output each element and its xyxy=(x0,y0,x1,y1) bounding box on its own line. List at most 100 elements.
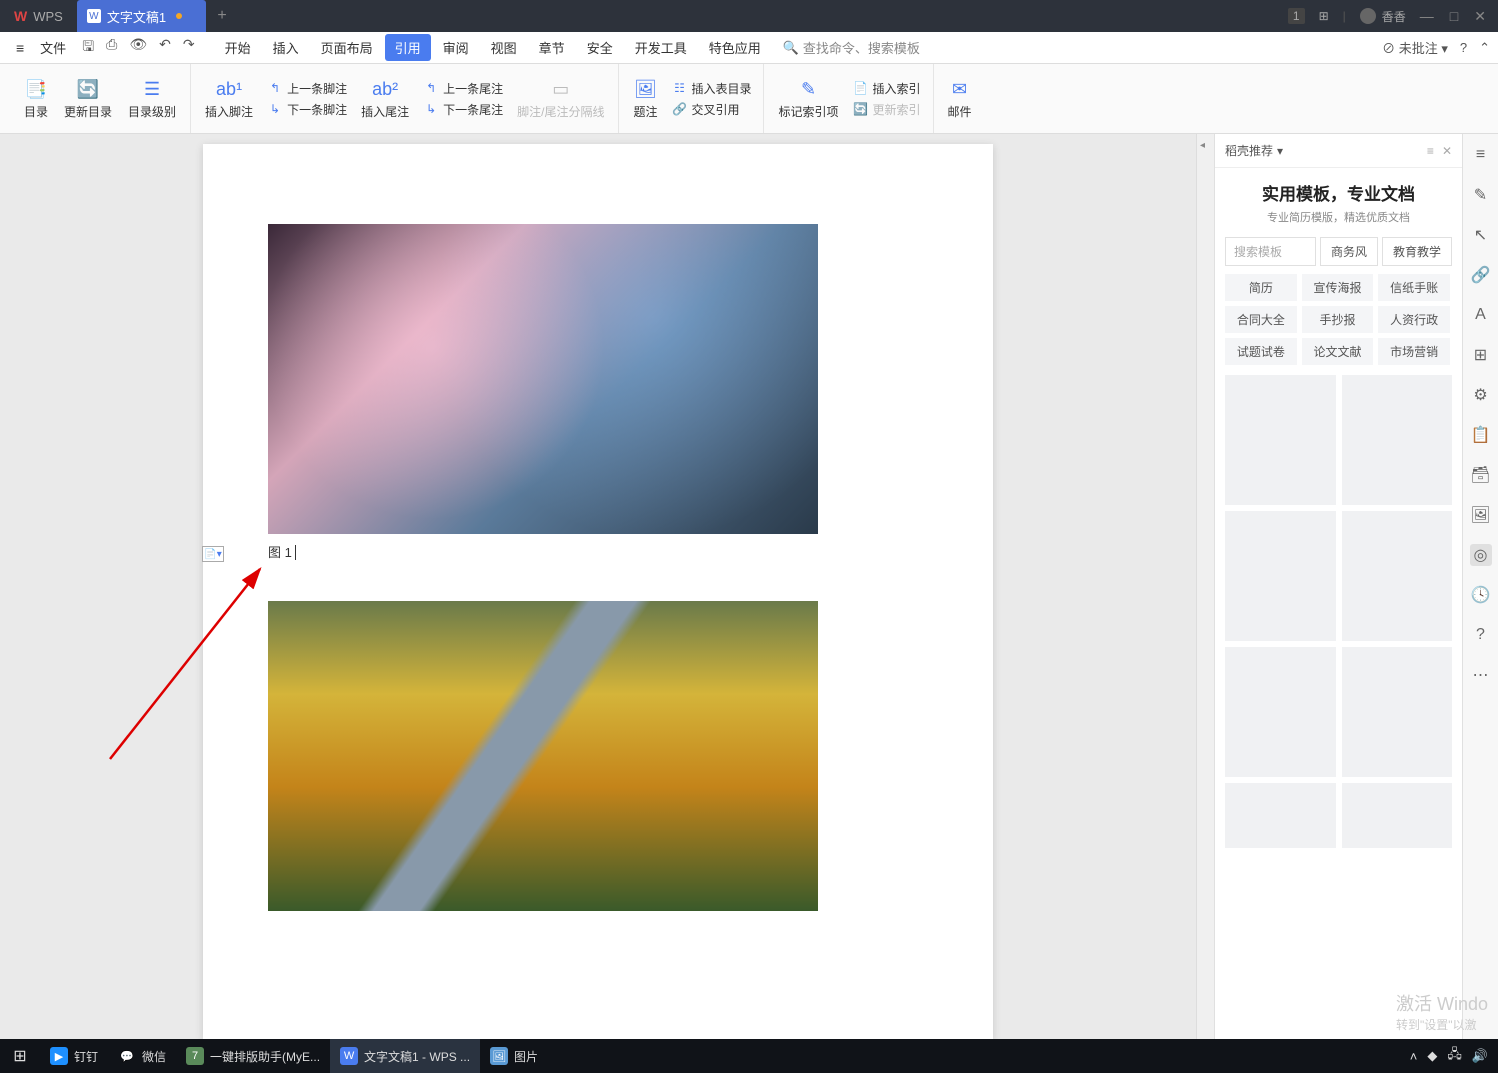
prev-footnote-button[interactable]: ↰上一条脚注 xyxy=(263,79,351,98)
template-card[interactable] xyxy=(1225,783,1336,848)
iconbar-table-icon[interactable]: ⊞ xyxy=(1470,344,1492,366)
tab-page-layout[interactable]: 页面布局 xyxy=(311,34,383,61)
tab-home[interactable]: 开始 xyxy=(215,34,261,61)
help-button[interactable]: ? xyxy=(1460,40,1467,55)
taskbar-item-wps[interactable]: W 文字文稿1 - WPS ... xyxy=(330,1039,480,1073)
template-card[interactable] xyxy=(1225,647,1336,777)
insert-footnote-button[interactable]: ab¹插入脚注 xyxy=(199,73,259,124)
iconbar-settings-icon[interactable]: ⚙ xyxy=(1470,384,1492,406)
tray-volume-icon[interactable]: 🔊 xyxy=(1472,1048,1488,1064)
tray-up-icon[interactable]: ˄ xyxy=(1410,1049,1418,1064)
notification-badge[interactable]: 1 xyxy=(1288,8,1305,24)
taskbar-item-typeset[interactable]: 7 一键排版助手(MyE... xyxy=(176,1039,330,1073)
tab-developer[interactable]: 开发工具 xyxy=(625,34,697,61)
qat-print-icon[interactable]: ⎙ xyxy=(106,36,117,60)
tag-contract[interactable]: 合同大全 xyxy=(1225,306,1297,333)
iconbar-clipboard-icon[interactable]: 📋 xyxy=(1470,424,1492,446)
insert-index-button[interactable]: 📄插入索引 xyxy=(849,79,925,98)
iconbar-edit-icon[interactable]: ✎ xyxy=(1470,184,1492,206)
tray-network-icon[interactable]: 🖧 xyxy=(1447,1045,1462,1067)
template-card[interactable] xyxy=(1342,783,1453,848)
tag-resume[interactable]: 简历 xyxy=(1225,274,1297,301)
tag-poster[interactable]: 宣传海报 xyxy=(1302,274,1374,301)
tag-exam[interactable]: 试题试卷 xyxy=(1225,338,1297,365)
iconbar-collapse-icon[interactable]: ≡ xyxy=(1470,144,1492,166)
qat-save-icon[interactable]: 🖫 xyxy=(82,36,94,60)
maximize-button[interactable]: □ xyxy=(1450,8,1458,25)
tag-paper[interactable]: 论文文献 xyxy=(1302,338,1374,365)
template-card[interactable] xyxy=(1342,375,1453,505)
template-card[interactable] xyxy=(1342,647,1453,777)
template-card[interactable] xyxy=(1342,511,1453,641)
new-tab-button[interactable]: + xyxy=(206,0,238,32)
tag-letter[interactable]: 信纸手账 xyxy=(1378,274,1450,301)
iconbar-select-icon[interactable]: ↖ xyxy=(1470,224,1492,246)
iconbar-history-icon[interactable]: 🕓 xyxy=(1470,584,1492,606)
next-endnote-button[interactable]: ↳下一条尾注 xyxy=(419,100,507,119)
update-toc-button[interactable]: 🔄更新目录 xyxy=(58,73,118,124)
collapse-ribbon-button[interactable]: ⌃ xyxy=(1479,40,1490,56)
tag-hr[interactable]: 人资行政 xyxy=(1378,306,1450,333)
tab-review[interactable]: 审阅 xyxy=(433,34,479,61)
user-menu[interactable]: 香香 xyxy=(1360,8,1406,25)
tab-chapter[interactable]: 章节 xyxy=(529,34,575,61)
taskbar-item-dingtalk[interactable]: ▶ 钉钉 xyxy=(40,1039,108,1073)
insert-table-figures-button[interactable]: ☷插入表目录 xyxy=(667,79,755,98)
tab-special[interactable]: 特色应用 xyxy=(699,34,771,61)
iconbar-link-icon[interactable]: 🔗 xyxy=(1470,264,1492,286)
update-index-button[interactable]: 🔄更新索引 xyxy=(849,100,925,119)
qat-undo-icon[interactable]: ↶ xyxy=(159,36,171,60)
next-footnote-button[interactable]: ↳下一条脚注 xyxy=(263,100,351,119)
file-menu[interactable]: 文件 xyxy=(32,38,74,57)
toc-button[interactable]: 📑目录 xyxy=(18,73,54,124)
taskbar-item-wechat[interactable]: 💬 微信 xyxy=(108,1039,176,1073)
iconbar-image-icon[interactable]: 🖼 xyxy=(1470,504,1492,526)
command-search[interactable]: 🔍 查找命令、搜索模板 xyxy=(783,38,920,57)
annotate-button[interactable]: ⊘ 未批注 ▾ xyxy=(1382,38,1448,57)
chip-business[interactable]: 商务风 xyxy=(1320,237,1378,266)
mark-index-button[interactable]: ✎标记索引项 xyxy=(772,73,844,124)
template-card[interactable] xyxy=(1225,511,1336,641)
panel-close-icon[interactable]: ✕ xyxy=(1442,144,1452,158)
cross-reference-button[interactable]: 🔗交叉引用 xyxy=(667,100,755,119)
iconbar-archive-icon[interactable]: 🗃 xyxy=(1470,464,1492,486)
iconbar-more-icon[interactable]: ⋯ xyxy=(1470,664,1492,686)
toc-level-button[interactable]: ☰目录级别 xyxy=(122,73,182,124)
taskbar-item-pictures[interactable]: 🖼 图片 xyxy=(480,1039,548,1073)
collapse-panel-icon[interactable]: ◂ xyxy=(1200,140,1205,151)
tab-document[interactable]: W 文字文稿1 xyxy=(77,0,206,32)
tag-handcopy[interactable]: 手抄报 xyxy=(1302,306,1374,333)
close-button[interactable]: ✕ xyxy=(1474,8,1486,25)
tray-app-icon[interactable]: ◆ xyxy=(1427,1048,1437,1064)
template-card[interactable] xyxy=(1225,375,1336,505)
panel-menu-icon[interactable]: ≡ xyxy=(1427,144,1434,158)
template-search-input[interactable]: 搜索模板 xyxy=(1225,237,1316,266)
prev-endnote-button[interactable]: ↰上一条尾注 xyxy=(419,79,507,98)
tab-view[interactable]: 视图 xyxy=(481,34,527,61)
tag-marketing[interactable]: 市场营销 xyxy=(1378,338,1450,365)
tab-references[interactable]: 引用 xyxy=(385,34,431,61)
image-caption[interactable]: 图 1 xyxy=(268,542,928,561)
tab-insert[interactable]: 插入 xyxy=(263,34,309,61)
tab-wps-home[interactable]: W WPS xyxy=(0,0,77,32)
mail-button[interactable]: ✉邮件 xyxy=(942,73,978,124)
caption-button[interactable]: 🖼题注 xyxy=(627,73,663,124)
document-image-1[interactable] xyxy=(268,224,818,534)
app-center-icon[interactable]: ⊞ xyxy=(1319,9,1329,23)
qat-redo-icon[interactable]: ↷ xyxy=(183,36,195,60)
qat-preview-icon[interactable]: 👁 xyxy=(129,36,147,60)
iconbar-help-icon[interactable]: ? xyxy=(1470,624,1492,646)
document-viewport[interactable]: 图 1 📄▾ xyxy=(0,134,1196,1039)
minimize-button[interactable]: — xyxy=(1420,8,1434,25)
document-image-2[interactable] xyxy=(268,601,818,911)
start-button[interactable]: ⊞ xyxy=(0,1039,40,1073)
iconbar-template-icon[interactable]: ◎ xyxy=(1470,544,1492,566)
note-separator-button[interactable]: ▭脚注/尾注分隔线 xyxy=(511,73,610,124)
insert-endnote-button[interactable]: ab²插入尾注 xyxy=(355,73,415,124)
iconbar-text-icon[interactable]: A xyxy=(1470,304,1492,326)
smart-tag-button[interactable]: 📄▾ xyxy=(202,546,224,562)
chip-education[interactable]: 教育教学 xyxy=(1382,237,1452,266)
dropdown-icon[interactable]: ▾ xyxy=(1277,144,1283,158)
tab-security[interactable]: 安全 xyxy=(577,34,623,61)
hamburger-icon[interactable]: ≡ xyxy=(8,40,32,56)
